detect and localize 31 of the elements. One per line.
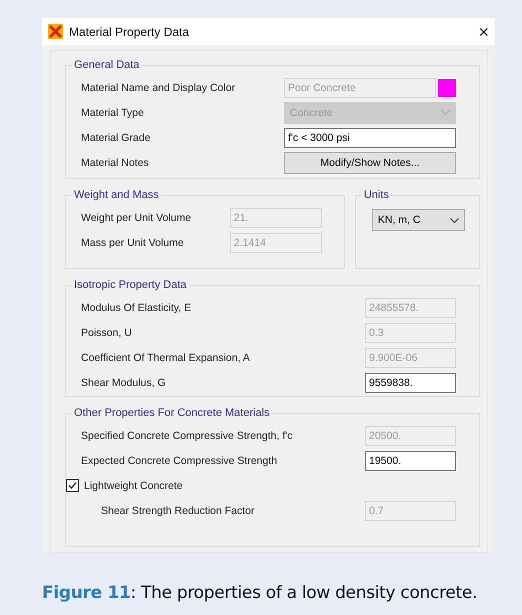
input-field[interactable]: f'c < 3000 psi xyxy=(284,128,456,148)
chevron-down-icon xyxy=(450,218,459,222)
group-title: General Data xyxy=(73,59,140,71)
field-label: Specified Concrete Compressive Strength, f'c xyxy=(81,430,294,442)
field-label: Shear Strength Reduction Factor xyxy=(101,504,256,516)
checkbox-label: Lightweight Concrete xyxy=(84,480,183,492)
units-dropdown[interactable]: KN, m, C xyxy=(372,209,465,231)
field-label: Poisson, U xyxy=(81,326,133,338)
checkbox[interactable] xyxy=(66,479,79,492)
field-label: Material Grade xyxy=(81,132,152,144)
group-title: Units xyxy=(362,189,390,201)
input-field[interactable]: 19500. xyxy=(365,450,456,470)
close-button[interactable]: × xyxy=(478,22,489,40)
notes-button[interactable]: Modify/Show Notes... xyxy=(284,152,456,174)
field-label: Mass per Unit Volume xyxy=(81,236,185,248)
group-title: Other Properties For Concrete Materials xyxy=(73,407,271,419)
window-title: Material Property Data xyxy=(69,24,190,38)
field-label: Material Notes xyxy=(81,156,150,168)
field-label: Material Name and Display Color xyxy=(81,82,236,94)
field-label: Shear Modulus, G xyxy=(81,376,167,388)
app-logo-icon xyxy=(48,24,63,39)
field-label: Weight per Unit Volume xyxy=(81,212,192,224)
field-label: Material Type xyxy=(81,106,145,118)
field-label: Coefficient Of Thermal Expansion, A xyxy=(81,352,251,364)
chevron-down-icon xyxy=(441,110,450,115)
figure-caption: Figure 11: The properties of a low density concrete. xyxy=(42,583,478,603)
group-title: Weight and Mass xyxy=(73,189,160,201)
input-field[interactable]: 9559838. xyxy=(365,372,456,392)
field-label: Expected Concrete Compressive Strength xyxy=(81,454,278,466)
group-title: Isotropic Property Data xyxy=(73,279,188,291)
field-label: Modulus Of Elasticity, E xyxy=(81,302,192,314)
